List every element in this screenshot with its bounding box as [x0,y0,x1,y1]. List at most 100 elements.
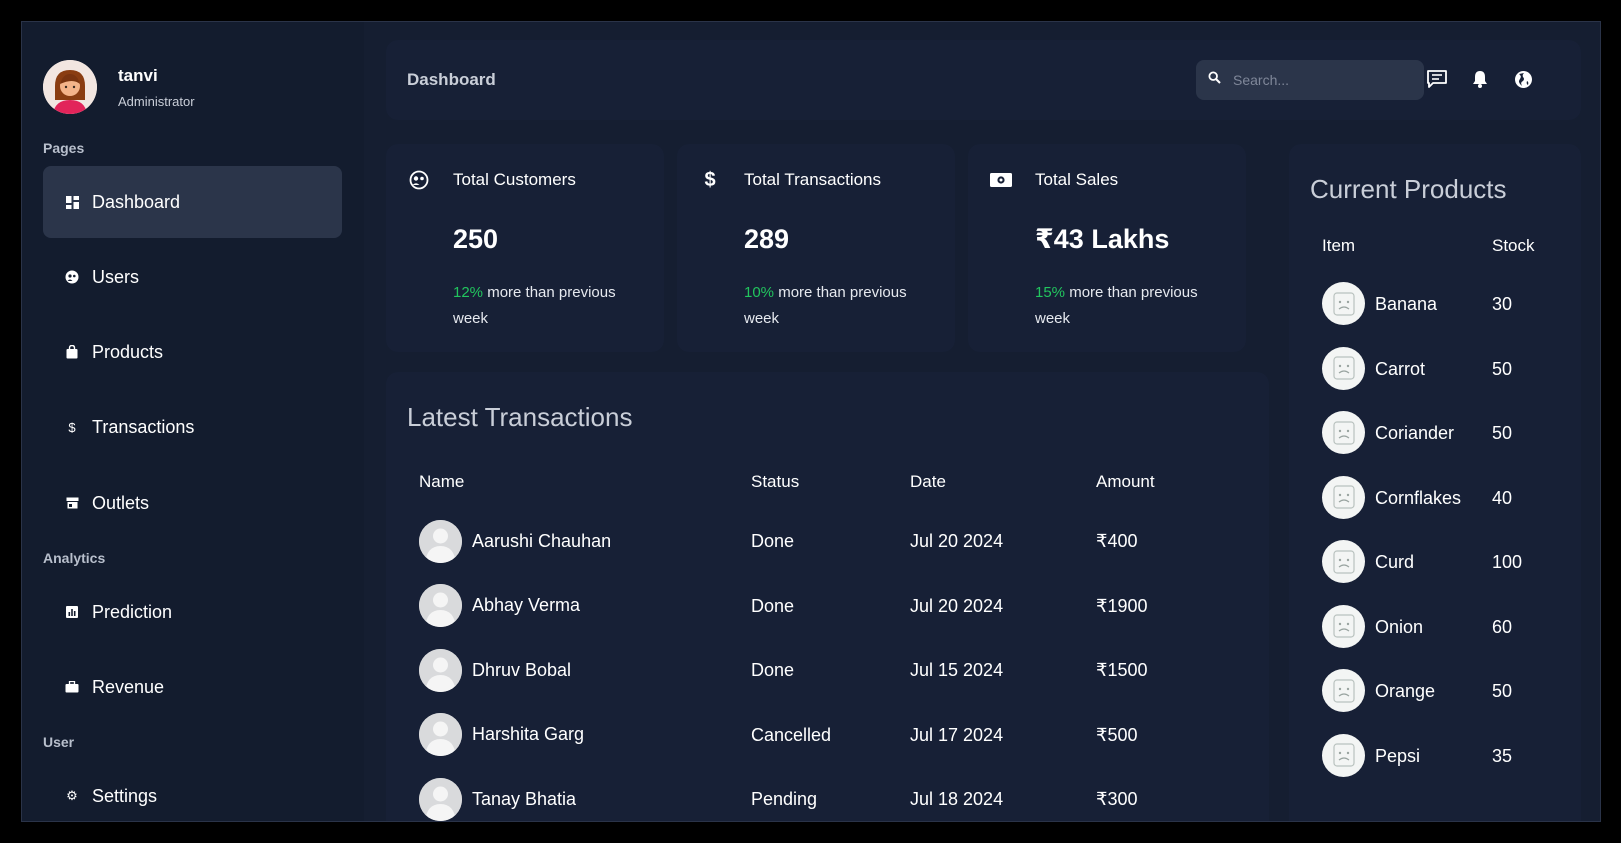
search-icon [1208,71,1221,89]
sidebar-item-dashboard[interactable]: Dashboard [43,166,342,238]
product-name: Onion [1375,616,1424,637]
stat-card-transactions: $ Total Transactions 289 10% more than p… [677,144,955,352]
notification-bell-icon[interactable] [1469,68,1491,90]
stat-title: Total Transactions [744,170,882,189]
product-placeholder-icon [1322,669,1365,712]
table-row[interactable]: Abhay Verma Done Jul 20 2024 ₹1900 [386,584,1269,628]
transaction-person: Harshita Garg [419,713,584,757]
briefcase-icon [65,680,79,694]
column-header-amount: Amount [1096,472,1155,491]
product-placeholder-icon [1322,346,1365,390]
page-title: Dashboard [407,70,496,89]
section-label-user: User [43,734,75,750]
transaction-person: Tanay Bhatia [419,777,576,821]
dollar-icon: $ [68,419,76,435]
avatar [419,713,462,756]
profile-role: Administrator [118,93,195,109]
column-header-status: Status [751,472,800,491]
product-stock: 40 [1492,487,1513,508]
transaction-status: Done [751,660,795,680]
gear-icon: ⚙ [66,788,78,803]
avatar [419,519,462,563]
chart-icon [65,605,79,619]
sidebar-item-settings[interactable]: ⚙ Settings [43,760,342,821]
transaction-status: Pending [751,789,818,809]
sidebar: tanvi Administrator Pages Dashboard User… [22,22,364,821]
product-name: Curd [1375,552,1415,572]
column-header-date: Date [910,472,946,491]
transaction-person: Dhruv Bobal [419,648,571,692]
avatar [419,777,462,821]
profile-name: tanvi [118,65,158,85]
sidebar-item-revenue[interactable]: Revenue [43,651,342,723]
transaction-amount: ₹1500 [1096,660,1148,680]
product-stock: 35 [1492,745,1513,766]
stat-note: 10% more than previous week [744,280,934,332]
list-item[interactable]: Onion 60 [1289,604,1581,649]
cash-icon [990,169,1012,191]
stat-value: 289 [744,224,790,254]
table-row[interactable]: Dhruv Bobal Done Jul 15 2024 ₹1500 [386,648,1269,692]
sidebar-item-users[interactable]: Users [43,241,342,313]
current-products-panel: Current Products Item Stock Banana 30 Carr… [1289,144,1581,821]
table-row[interactable]: Aarushi Chauhan Done Jul 20 2024 ₹400 [386,519,1269,563]
product-name: Coriander [1375,423,1455,443]
table-row[interactable]: Tanay Bhatia Pending Jul 18 2024 ₹300 [386,777,1269,821]
dashboard-icon [65,195,79,209]
stat-percent: 12% [453,284,484,301]
product-stock: 50 [1492,681,1513,701]
transaction-person: Abhay Verma [419,584,580,628]
sidebar-item-label: Dashboard [92,191,181,212]
stat-percent: 15% [1035,284,1066,301]
stat-note: 15% more than previous week [1035,280,1225,332]
product-placeholder-icon [1322,540,1365,583]
transaction-date: Jul 20 2024 [910,595,1004,616]
column-header-item: Item [1322,236,1356,255]
stat-card-customers: Total Customers 250 12% more than previo… [386,144,664,352]
customers-icon [408,169,430,191]
transaction-amount: ₹400 [1096,531,1138,551]
sidebar-item-outlets[interactable]: Outlets [43,467,342,539]
product-stock: 50 [1492,358,1513,379]
sidebar-item-label: Settings [92,785,158,806]
section-label-analytics: Analytics [43,550,106,566]
product-stock: 100 [1492,552,1523,572]
product-stock: 30 [1492,294,1513,314]
store-icon [65,496,79,510]
user-profile[interactable]: tanvi Administrator [43,60,195,114]
transaction-name: Abhay Verma [472,595,581,615]
app-window: tanvi Administrator Pages Dashboard User… [21,21,1601,822]
avatar [419,648,462,692]
transactions-title: Latest Transactions [407,402,633,432]
stat-value: 250 [453,224,499,254]
stat-card-sales: Total Sales ₹43 Lakhs 15% more than prev… [968,144,1246,352]
sidebar-item-prediction[interactable]: Prediction [43,576,342,648]
transaction-name: Harshita Garg [472,724,585,744]
product-placeholder-icon [1322,733,1365,777]
product-name: Cornflakes [1375,487,1462,508]
product-placeholder-icon [1322,604,1365,648]
products-icon [65,345,79,359]
transaction-date: Jul 17 2024 [910,724,1004,745]
search-box[interactable] [1196,60,1424,100]
sidebar-item-transactions[interactable]: $ Transactions [43,391,342,463]
transaction-name: Dhruv Bobal [472,659,572,680]
list-item[interactable]: Cornflakes 40 [1289,475,1581,520]
globe-icon[interactable] [1512,68,1534,90]
list-item[interactable]: Orange 50 [1289,669,1581,713]
messages-icon[interactable] [1426,68,1448,90]
list-item[interactable]: Coriander 50 [1289,411,1581,455]
list-item[interactable]: Banana 30 [1289,282,1581,326]
list-item[interactable]: Carrot 50 [1289,346,1581,391]
product-stock: 60 [1492,616,1513,637]
list-item[interactable]: Pepsi 35 [1289,733,1581,778]
sidebar-item-products[interactable]: Products [43,316,342,388]
sidebar-item-label: Revenue [92,676,165,697]
product-name: Carrot [1375,358,1426,379]
stat-percent: 10% [744,284,775,301]
product-placeholder-icon [1322,411,1365,454]
transaction-status: Done [751,595,795,616]
table-row[interactable]: Harshita Garg Cancelled Jul 17 2024 ₹500 [386,713,1269,757]
list-item[interactable]: Curd 100 [1289,540,1581,584]
search-input[interactable] [1233,72,1413,88]
